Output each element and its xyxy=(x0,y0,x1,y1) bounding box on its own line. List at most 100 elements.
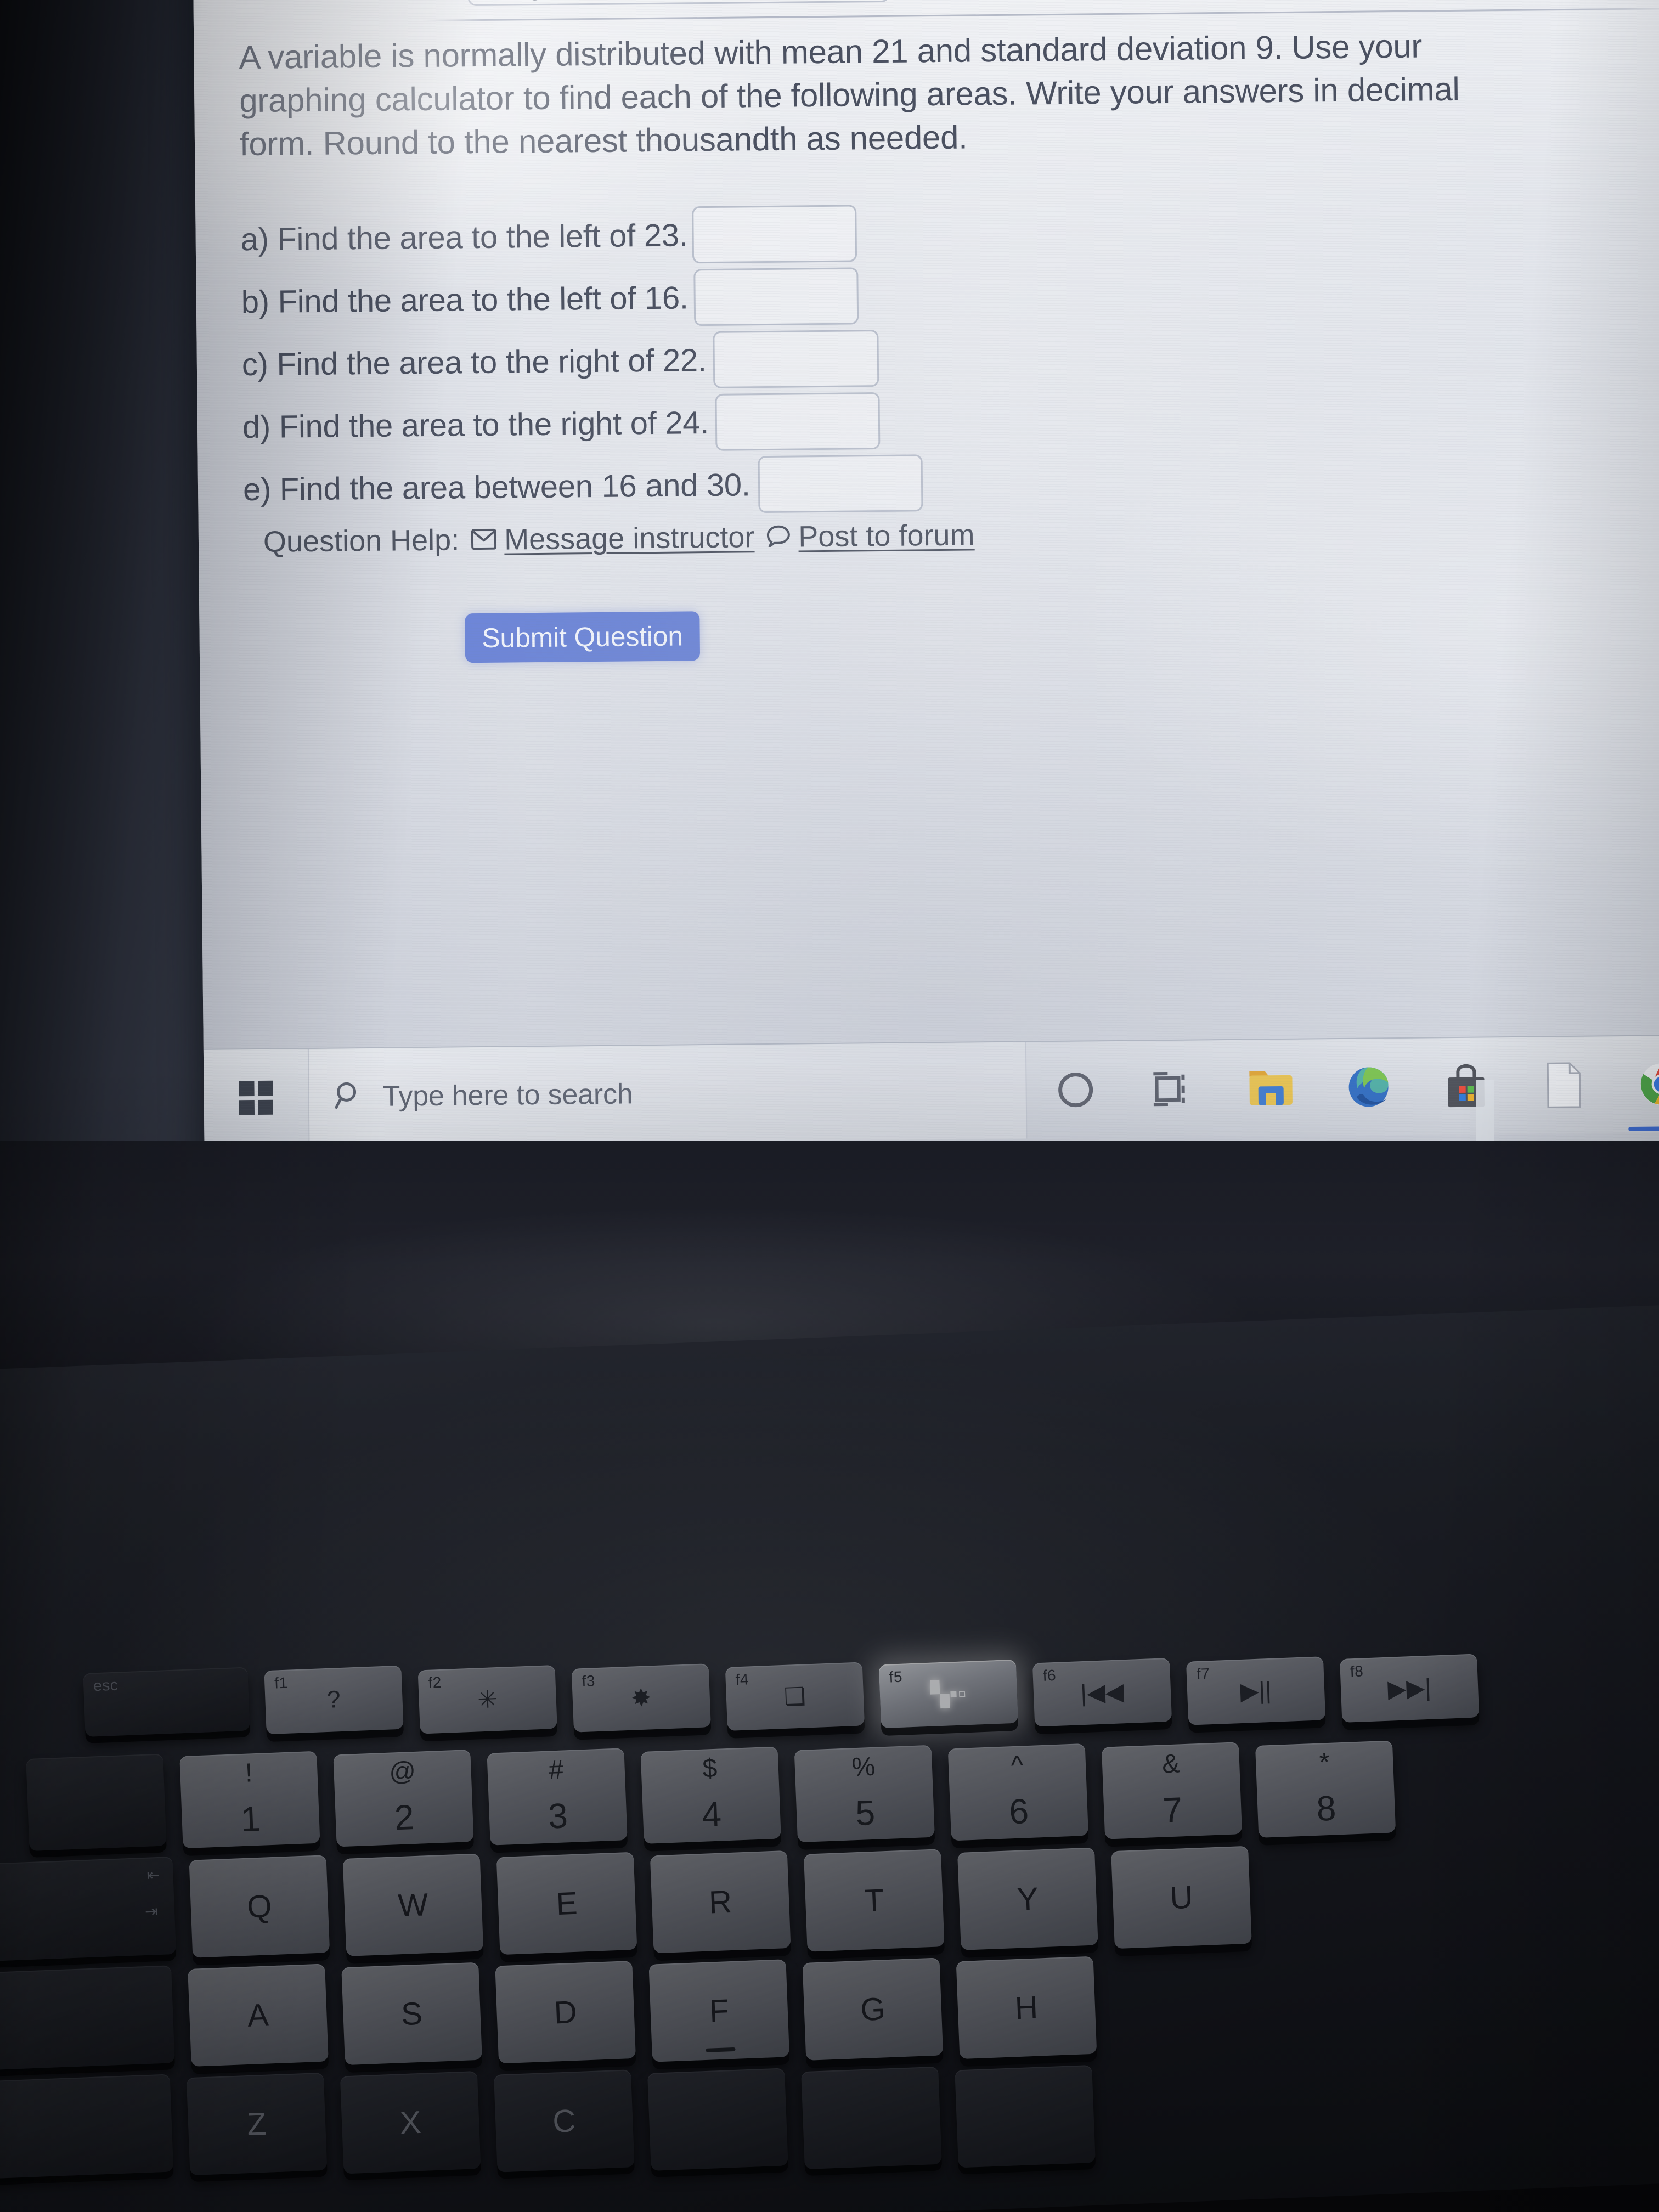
taskbar-icon-tray xyxy=(1026,1036,1659,1139)
key-2-lower: 2 xyxy=(393,1797,415,1838)
answer-label: c) Find the area to the right of 22. xyxy=(241,342,707,382)
file-explorer-icon[interactable] xyxy=(1222,1039,1321,1137)
answer-row: c) Find the area to the right of 22. xyxy=(241,325,1559,391)
key-7[interactable]: & 7 xyxy=(1101,1742,1243,1839)
key-s[interactable]: S xyxy=(341,1962,482,2066)
keyboard-area: esc f1 ? f2 ✳ f3 ✸ f4 ❏ f5 ▚▪▫ f6 |◀◀ f7… xyxy=(0,1141,1659,2212)
key-f-label: F xyxy=(708,1992,730,2029)
key-7-lower: 7 xyxy=(1162,1790,1183,1830)
microsoft-edge-icon[interactable] xyxy=(1319,1039,1418,1136)
key-f1[interactable]: f1 ? xyxy=(264,1665,404,1735)
post-to-forum-text: Post to forum xyxy=(798,518,975,554)
taskbar-search-placeholder: Type here to search xyxy=(382,1078,633,1113)
submit-question-button[interactable]: Submit Question xyxy=(465,611,701,663)
key-b[interactable] xyxy=(801,2066,942,2170)
key-q-label: Q xyxy=(246,1888,273,1925)
answer-row: a) Find the area to the left of 23. xyxy=(240,200,1558,266)
microsoft-store-icon[interactable] xyxy=(1417,1037,1516,1135)
answer-label: e) Find the area between 16 and 30. xyxy=(242,466,751,507)
key-r[interactable]: R xyxy=(650,1850,791,1954)
key-f[interactable]: F xyxy=(648,1959,790,2062)
key-a[interactable]: A xyxy=(188,1963,329,2067)
key-2-upper: @ xyxy=(388,1756,416,1787)
display-switch-icon: ❏ xyxy=(783,1682,806,1711)
key-w-label: W xyxy=(397,1886,429,1923)
answer-input-a[interactable] xyxy=(692,205,857,264)
key-f2-fn-label: f2 xyxy=(427,1673,442,1691)
message-instructor-link[interactable]: Message instructor xyxy=(471,520,755,557)
key-f2[interactable]: f2 ✳ xyxy=(417,1664,557,1734)
answer-label: d) Find the area to the right of 24. xyxy=(242,404,709,445)
task-view-icon[interactable] xyxy=(1124,1040,1223,1138)
answer-input-b[interactable] xyxy=(693,267,859,326)
key-u[interactable]: U xyxy=(1111,1846,1252,1949)
answer-row: d) Find the area to the right of 24. xyxy=(242,387,1560,454)
key-4[interactable]: $ 4 xyxy=(640,1746,781,1844)
start-button[interactable] xyxy=(204,1049,309,1147)
answer-row: b) Find the area to the left of 16. xyxy=(241,262,1558,329)
key-4-lower: 4 xyxy=(701,1794,723,1835)
search-icon xyxy=(334,1081,364,1114)
taskbar-search-box[interactable]: Type here to search xyxy=(307,1042,1028,1146)
answer-input-c[interactable] xyxy=(713,330,879,388)
key-esc[interactable]: esc xyxy=(83,1667,250,1737)
post-to-forum-link[interactable]: Post to forum xyxy=(766,518,975,554)
key-d[interactable]: D xyxy=(495,1960,636,2064)
key-5-upper: % xyxy=(851,1752,876,1782)
tab-forward-arrow-icon: ⇥ xyxy=(144,1903,159,1920)
key-left-shift[interactable] xyxy=(0,2074,174,2181)
key-e-label: E xyxy=(555,1885,578,1922)
key-x-label: X xyxy=(399,2104,422,2141)
answer-input-e[interactable] xyxy=(758,454,923,514)
document-icon[interactable] xyxy=(1515,1036,1613,1134)
key-tab[interactable]: ⇤ ⇥ xyxy=(0,1856,177,1961)
key-3[interactable]: # 3 xyxy=(487,1748,628,1846)
key-2[interactable]: @ 2 xyxy=(333,1749,474,1847)
key-f7[interactable]: f7 ▶|| xyxy=(1186,1656,1326,1725)
windows-logo-icon xyxy=(239,1080,274,1115)
key-h[interactable]: H xyxy=(956,1956,1097,2059)
key-n[interactable] xyxy=(955,2064,1096,2168)
answer-input-d[interactable] xyxy=(715,392,881,451)
key-v[interactable] xyxy=(647,2068,788,2171)
key-s-label: S xyxy=(400,1995,424,2032)
laptop-display: Question 12 ▾ A variable is normally dis… xyxy=(193,0,1659,1196)
key-f6[interactable]: f6 |◀◀ xyxy=(1032,1657,1172,1727)
key-esc-label: esc xyxy=(93,1676,119,1695)
key-1-lower: 1 xyxy=(240,1798,261,1839)
key-x[interactable]: X xyxy=(340,2070,481,2174)
key-t[interactable]: T xyxy=(803,1849,945,1952)
previous-track-icon: |◀◀ xyxy=(1080,1678,1125,1707)
key-f8[interactable]: f8 ▶▶| xyxy=(1340,1654,1480,1723)
key-f3[interactable]: f3 ✸ xyxy=(571,1663,711,1733)
key-w[interactable]: W xyxy=(342,1853,484,1956)
message-instructor-text: Message instructor xyxy=(504,521,755,556)
key-caps-lock[interactable] xyxy=(0,1965,175,2071)
key-5[interactable]: % 5 xyxy=(794,1745,935,1843)
key-q[interactable]: Q xyxy=(189,1855,330,1958)
key-f5[interactable]: f5 ▚▪▫ xyxy=(878,1659,1019,1729)
key-f4[interactable]: f4 ❏ xyxy=(725,1662,865,1731)
answer-row: e) Find the area between 16 and 30. xyxy=(243,450,1560,516)
key-y[interactable]: Y xyxy=(957,1847,1098,1950)
key-g[interactable]: G xyxy=(802,1957,944,2061)
key-8[interactable]: * 8 xyxy=(1255,1740,1396,1838)
answer-label: b) Find the area to the left of 16. xyxy=(241,279,689,320)
key-5-lower: 5 xyxy=(854,1792,876,1833)
key-1[interactable]: ! 1 xyxy=(179,1751,320,1849)
key-c[interactable]: C xyxy=(493,2069,635,2172)
help-question-icon: ? xyxy=(326,1686,341,1713)
question-help-row: Question Help: Message instructor Post t… xyxy=(263,518,975,558)
key-6[interactable]: ^ 6 xyxy=(947,1743,1089,1841)
key-z[interactable]: Z xyxy=(186,2072,328,2176)
key-6-lower: 6 xyxy=(1008,1791,1030,1832)
google-chrome-icon[interactable] xyxy=(1612,1036,1659,1133)
key-3-lower: 3 xyxy=(547,1796,569,1836)
key-tilde[interactable] xyxy=(26,1753,167,1851)
cortana-icon[interactable] xyxy=(1026,1041,1125,1139)
question-header-card[interactable]: Question 12 xyxy=(467,0,890,7)
key-f6-fn-label: f6 xyxy=(1042,1666,1057,1684)
key-a-label: A xyxy=(246,1996,270,2034)
brightness-up-icon: ✸ xyxy=(630,1684,652,1712)
key-e[interactable]: E xyxy=(496,1852,637,1955)
